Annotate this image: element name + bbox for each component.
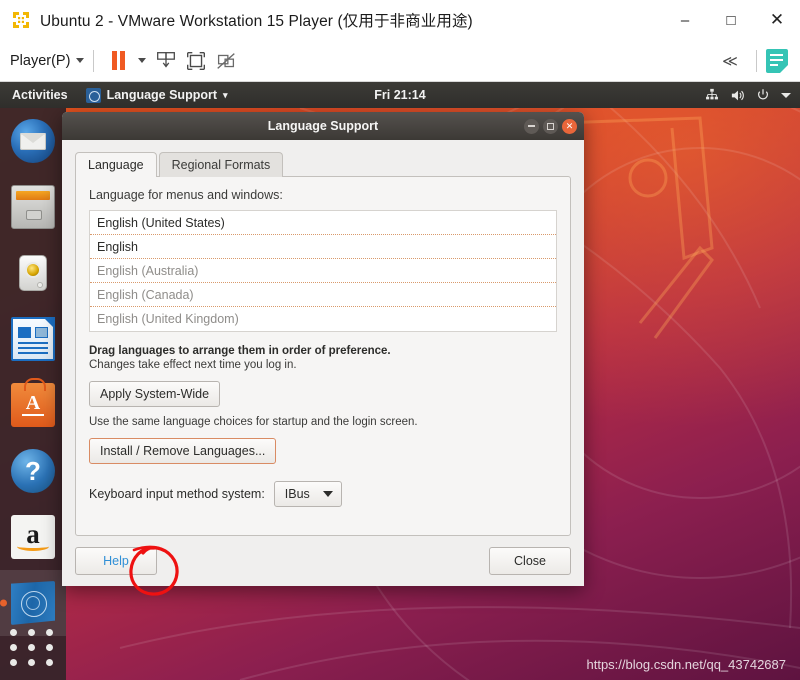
ubuntu-software-icon: A xyxy=(11,378,55,427)
toolbar-divider-2 xyxy=(756,49,757,72)
panel-indicators xyxy=(705,88,791,103)
rhythmbox-icon xyxy=(11,251,55,295)
tab-regional-formats[interactable]: Regional Formats xyxy=(158,152,284,177)
toolbar-divider xyxy=(93,49,95,72)
list-item[interactable]: English (United States) xyxy=(90,211,556,235)
unity-mode-disabled-icon[interactable] xyxy=(211,46,241,76)
thunderbird-icon xyxy=(11,119,55,163)
list-item[interactable]: English xyxy=(90,235,556,259)
chevron-down-icon xyxy=(322,491,333,497)
screenshot-root: Ubuntu 2 - VMware Workstation 15 Player … xyxy=(0,0,800,680)
vmware-title-bar: Ubuntu 2 - VMware Workstation 15 Player … xyxy=(0,0,800,40)
language-list[interactable]: English (United States) English English … xyxy=(89,210,557,332)
help-icon: ? xyxy=(11,449,55,493)
close-button[interactable]: ✕ xyxy=(754,0,800,40)
launcher-item-rhythmbox[interactable] xyxy=(0,240,66,306)
watermark-text: https://blog.csdn.net/qq_43742687 xyxy=(586,657,787,672)
launcher-item-amazon[interactable]: a xyxy=(0,504,66,570)
pause-dropdown-caret-icon[interactable] xyxy=(133,46,151,76)
vmware-logo-icon xyxy=(10,9,32,31)
language-support-icon xyxy=(85,87,101,103)
launcher-item-thunderbird[interactable] xyxy=(0,108,66,174)
dialog-title-bar: Language Support ✕ xyxy=(62,112,584,140)
list-item[interactable]: English (United Kingdom) xyxy=(90,307,556,331)
dialog-footer: Help Close xyxy=(62,536,584,586)
libreoffice-writer-icon xyxy=(11,317,55,361)
dialog-window-buttons: ✕ xyxy=(524,112,577,140)
maximize-button[interactable]: □ xyxy=(708,0,754,40)
app-menu-button[interactable]: Language Support ▾ xyxy=(85,87,228,103)
vmware-toolbar: Player(P) ≪ xyxy=(0,40,800,82)
collapse-toolbar-icon[interactable]: ≪ xyxy=(713,46,747,76)
network-icon[interactable] xyxy=(705,88,719,102)
chevron-down-icon: ▾ xyxy=(223,89,228,100)
toolbar-right-group: ≪ xyxy=(713,46,800,76)
help-button[interactable]: Help xyxy=(75,547,157,575)
launcher-item-language-support[interactable] xyxy=(0,570,66,636)
pause-icon[interactable] xyxy=(103,46,133,76)
language-support-dialog: Language Support ✕ Language Regional For… xyxy=(62,112,584,586)
language-section-label: Language for menus and windows: xyxy=(89,188,283,202)
panel-clock[interactable]: Fri 21:14 xyxy=(374,88,425,102)
player-menu-button[interactable]: Player(P) xyxy=(10,52,85,69)
dialog-close-button[interactable]: ✕ xyxy=(562,118,577,134)
collapse-toolbar-label: ≪ xyxy=(722,52,738,70)
keyboard-input-method-row: Keyboard input method system: IBus xyxy=(89,481,557,507)
list-item[interactable]: English (Australia) xyxy=(90,259,556,283)
dialog-title: Language Support xyxy=(267,119,379,133)
full-screen-icon[interactable] xyxy=(181,46,211,76)
dialog-body: Language Regional Formats Language for m… xyxy=(62,140,584,536)
volume-icon[interactable] xyxy=(730,88,745,103)
keyboard-input-method-value: IBus xyxy=(284,487,310,501)
ubuntu-launcher: A ? a xyxy=(0,108,66,680)
language-tab-panel: Language for menus and windows: English … xyxy=(75,176,571,536)
keyboard-input-method-select[interactable]: IBus xyxy=(273,481,342,507)
show-applications-button[interactable] xyxy=(0,629,66,666)
app-menu-label: Language Support xyxy=(106,88,218,102)
activities-button[interactable]: Activities xyxy=(12,88,68,102)
grid-icon xyxy=(10,629,56,666)
drag-hint-bold: Drag languages to arrange them in order … xyxy=(89,345,391,357)
tab-language[interactable]: Language xyxy=(75,152,157,177)
dialog-minimize-button[interactable] xyxy=(524,118,539,134)
ubuntu-top-panel: Activities Language Support ▾ Fri 21:14 xyxy=(0,82,800,108)
apply-hint: Use the same language choices for startu… xyxy=(89,416,418,428)
panel-dropdown-caret-icon[interactable] xyxy=(781,92,791,98)
amazon-icon: a xyxy=(11,515,55,559)
drag-hint: Changes take effect next time you log in… xyxy=(89,359,297,371)
dialog-tabs: Language Regional Formats xyxy=(75,150,571,177)
language-support-flag-icon xyxy=(11,581,55,625)
apply-system-wide-button[interactable]: Apply System-Wide xyxy=(89,381,221,407)
launcher-item-files[interactable] xyxy=(0,174,66,240)
list-item[interactable]: English (Canada) xyxy=(90,283,556,307)
files-icon xyxy=(11,185,55,229)
guest-screen: Activities Language Support ▾ Fri 21:14 xyxy=(0,82,800,680)
notes-icon[interactable] xyxy=(766,48,788,73)
launcher-item-ubuntu-software[interactable]: A xyxy=(0,372,66,438)
send-key-icon[interactable] xyxy=(151,46,181,76)
window-controls: – □ ✕ xyxy=(662,0,800,40)
power-icon[interactable] xyxy=(756,88,770,102)
keyboard-input-method-label: Keyboard input method system: xyxy=(89,487,265,501)
ubuntu-desktop: A ? a Language Support ✕ Language Region… xyxy=(0,108,800,680)
vmware-window-title: Ubuntu 2 - VMware Workstation 15 Player … xyxy=(40,13,473,30)
launcher-item-help[interactable]: ? xyxy=(0,438,66,504)
player-menu-label: Player(P) xyxy=(10,52,71,69)
close-dialog-button[interactable]: Close xyxy=(489,547,571,575)
dialog-maximize-button[interactable] xyxy=(543,118,558,134)
chevron-down-icon xyxy=(76,58,85,63)
install-remove-languages-button[interactable]: Install / Remove Languages... xyxy=(89,438,277,464)
minimize-button[interactable]: – xyxy=(662,0,708,40)
launcher-item-libreoffice-writer[interactable] xyxy=(0,306,66,372)
